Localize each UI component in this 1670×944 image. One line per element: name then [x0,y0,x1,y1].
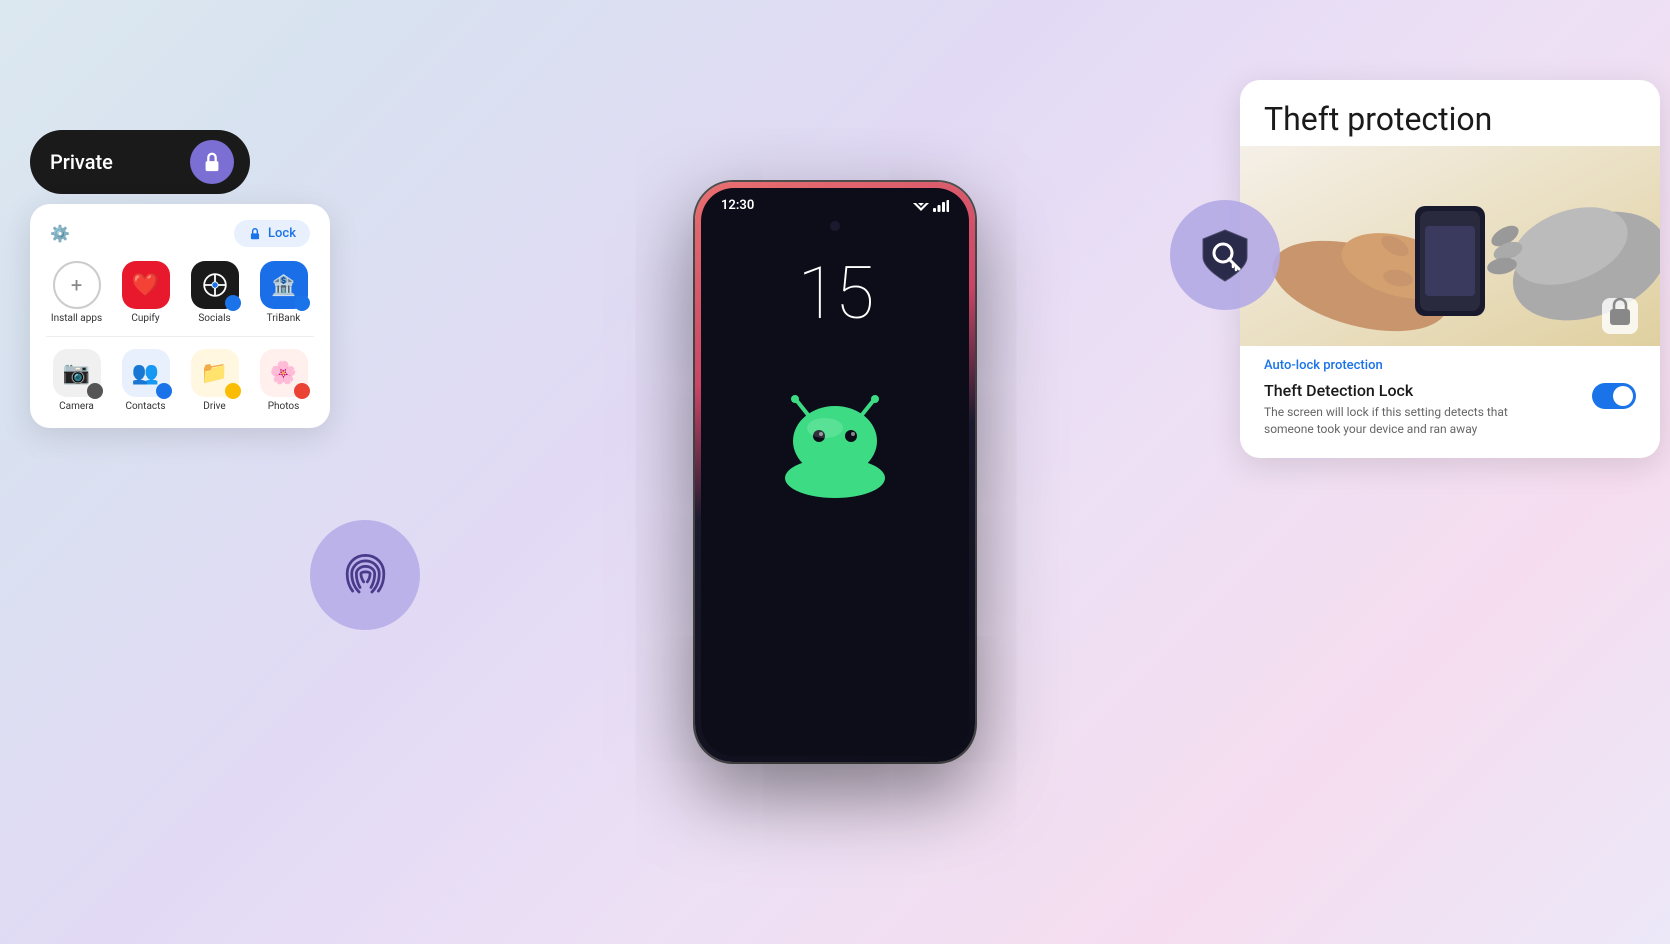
toggle-knob [1613,386,1633,406]
contacts-badge [156,383,172,399]
list-item[interactable]: 🌸 Photos [253,349,314,412]
install-apps-icon: + [53,261,101,309]
photos-badge [294,383,310,399]
socials-icon [191,261,239,309]
auto-lock-link[interactable]: Auto-lock protection [1264,358,1636,373]
theft-scene-illustration [1240,146,1660,346]
theft-card-title: Theft protection [1240,80,1660,138]
status-icons [913,200,949,212]
detection-lock-description: The screen will lock if this setting det… [1264,404,1544,438]
fingerprint-icon [338,548,393,603]
cupify-icon: ❤️ [122,261,170,309]
app-contacts-label: Contacts [125,401,165,412]
contacts-icon-app: 👥 [122,349,170,397]
list-item[interactable]: Socials [184,261,245,324]
app-grid: + Install apps ❤️ Cupify [46,261,314,412]
app-drive-label: Drive [203,401,225,412]
list-item[interactable]: 📁 Drive [184,349,245,412]
phone-screen: 12:30 [701,188,969,756]
phone-device: 12:30 [695,182,975,762]
detection-lock-title: Theft Detection Lock [1264,381,1544,400]
private-lock-icon-circle [190,140,234,184]
theft-card-body: Auto-lock protection Theft Detection Loc… [1240,346,1660,458]
detection-lock-row: Theft Detection Lock The screen will loc… [1264,381,1636,438]
app-grid-divider [46,336,314,337]
tribank-icon: 🏦 [260,261,308,309]
app-install-label: Install apps [51,313,102,324]
app-camera-label: Camera [59,401,94,412]
shield-bubble [1170,200,1280,310]
theft-card-image [1240,146,1660,346]
lock-icon [201,151,223,173]
tribank-badge [294,295,310,311]
list-item[interactable]: 📷 Camera [46,349,107,412]
drive-badge [225,383,241,399]
app-cupify-label: Cupify [131,313,159,324]
theft-protection-card: Theft protection [1240,80,1660,458]
phone-camera-notch [830,221,840,231]
lock-btn-icon [248,227,262,241]
list-item[interactable]: 👥 Contacts [115,349,176,412]
shield-key-icon [1195,225,1255,285]
private-label: Private [50,150,176,174]
lock-button-label: Lock [268,226,296,241]
lock-button[interactable]: Lock [234,220,310,247]
left-section: Private ⚙️ Lock + [30,130,330,428]
right-section: Theft protection [1240,80,1660,458]
app-photos-label: Photos [268,401,300,412]
android-bot-container [701,366,969,526]
app-grid-header: ⚙️ Lock [46,220,314,247]
app-grid-panel: ⚙️ Lock + Install apps ❤️ [30,204,330,428]
socials-badge [225,295,241,311]
phone-status-bar: 12:30 [701,188,969,213]
list-item[interactable]: ❤️ Cupify [115,261,176,324]
settings-gear-icon[interactable]: ⚙️ [50,224,70,243]
phone-time: 12:30 [721,198,754,213]
wifi-icon [913,200,929,212]
app-tribank-label: TriBank [267,313,301,324]
fingerprint-bubble [310,520,420,630]
private-pill[interactable]: Private [30,130,250,194]
theft-detection-toggle[interactable] [1592,383,1636,409]
list-item[interactable]: 🏦 TriBank [253,261,314,324]
detection-lock-text: Theft Detection Lock The screen will loc… [1264,381,1544,438]
app-socials-label: Socials [198,313,230,324]
camera-icon-app: 📷 [53,349,101,397]
phone-wrapper: 12:30 [695,182,975,762]
theft-scene-svg [1240,146,1660,346]
android-bot-icon [745,366,925,526]
list-item[interactable]: + Install apps [46,261,107,324]
photos-icon-app: 🌸 [260,349,308,397]
phone-screen-number: 15 [701,251,969,336]
drive-icon-app: 📁 [191,349,239,397]
signal-icon [933,200,949,212]
camera-badge [87,383,103,399]
